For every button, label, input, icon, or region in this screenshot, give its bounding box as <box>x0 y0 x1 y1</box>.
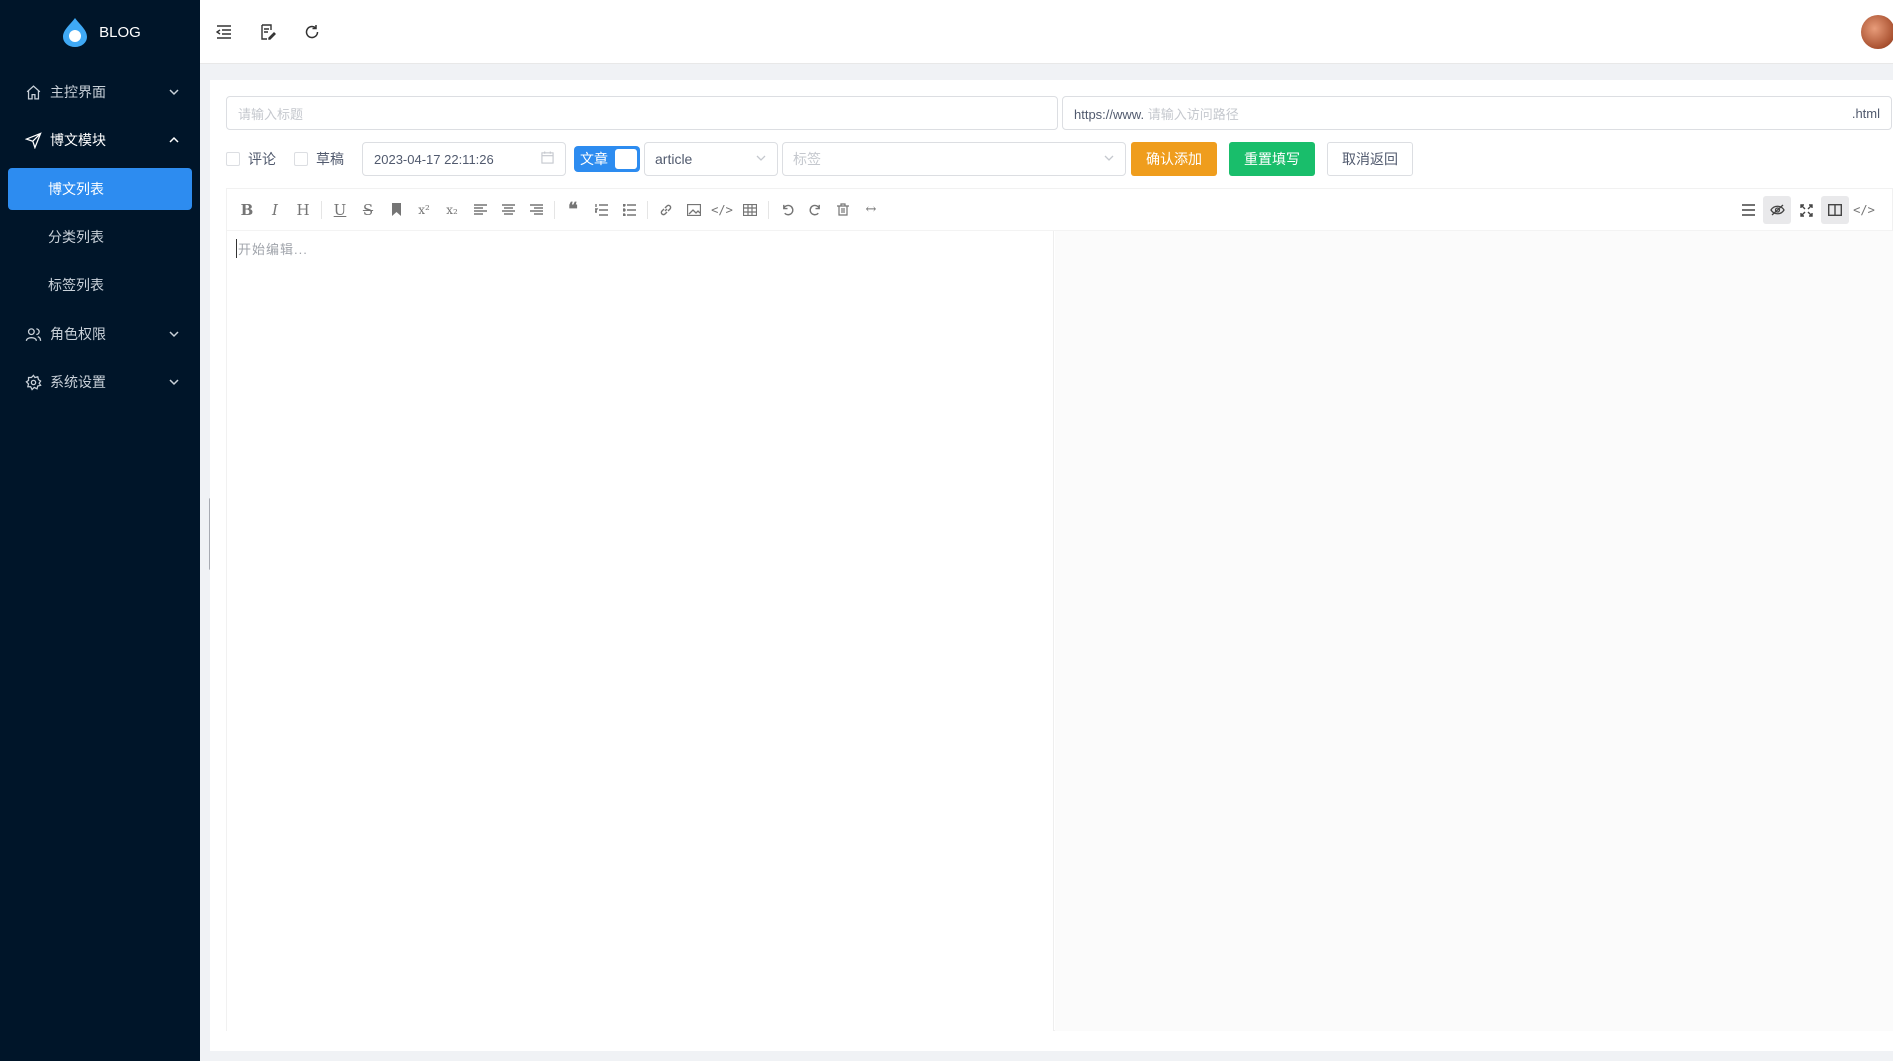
draft-checkbox[interactable]: 草稿 <box>294 149 344 169</box>
trash-icon[interactable] <box>829 196 857 224</box>
link-icon[interactable] <box>652 196 680 224</box>
strikethrough-icon[interactable]: S <box>354 196 382 224</box>
users-icon <box>24 325 42 343</box>
checkbox-box[interactable] <box>226 152 240 166</box>
bold-icon[interactable]: B <box>233 196 261 224</box>
comment-checkbox[interactable]: 评论 <box>226 149 276 169</box>
send-icon <box>24 131 42 149</box>
toggle-knob <box>615 149 637 169</box>
collapse-menu-icon[interactable] <box>202 0 246 64</box>
align-left-icon[interactable] <box>466 196 494 224</box>
navigation-icon[interactable] <box>1734 196 1762 224</box>
refresh-icon[interactable] <box>290 0 334 64</box>
subscript-icon[interactable]: x₂ <box>438 196 466 224</box>
chevron-down-icon <box>168 327 180 343</box>
sidebar-item-tag-list[interactable]: 标签列表 <box>8 264 192 306</box>
url-placeholder: 请输入访问路径 <box>1147 106 1239 122</box>
ordered-list-icon[interactable] <box>587 196 615 224</box>
sidebar-item-dashboard[interactable]: 主控界面 <box>8 72 192 112</box>
sidebar-item-label: 主控界面 <box>50 84 106 100</box>
preview-icon[interactable] <box>1763 196 1791 224</box>
align-right-icon[interactable] <box>522 196 550 224</box>
chevron-down-icon <box>168 375 180 391</box>
editor-toolbar: B I H U S x² x₂ ❝ </> ↔ </> <box>227 189 1892 231</box>
italic-icon[interactable]: I <box>261 196 289 224</box>
superscript-icon[interactable]: x² <box>410 196 438 224</box>
category-value: article <box>655 151 693 167</box>
category-select[interactable]: article <box>644 142 778 176</box>
chevron-down-icon <box>168 85 180 101</box>
tags-placeholder: 标签 <box>793 151 821 167</box>
fullscreen-icon[interactable] <box>1792 196 1820 224</box>
redo-icon[interactable] <box>801 196 829 224</box>
sidebar-menu: 主控界面 博文模块 博文列表 分类列表 标签列表 角色权限 系统设置 <box>0 72 200 402</box>
datetime-picker[interactable]: 2023-04-17 22:11:26 <box>362 142 566 176</box>
markdown-editor: B I H U S x² x₂ ❝ </> ↔ </> 开始编辑... <box>226 188 1893 1031</box>
quote-icon[interactable]: ❝ <box>559 196 587 224</box>
table-icon[interactable] <box>736 196 764 224</box>
sidebar-item-label: 角色权限 <box>50 326 106 342</box>
editor-right-tools: </> <box>1734 196 1878 224</box>
checkbox-box[interactable] <box>294 152 308 166</box>
subfield-icon[interactable] <box>1821 196 1849 224</box>
confirm-add-button[interactable]: 确认添加 <box>1131 142 1217 176</box>
logo[interactable]: BLOG <box>0 0 200 64</box>
url-suffix: .html <box>1851 105 1880 121</box>
chevron-down-icon <box>1103 151 1115 167</box>
type-toggle[interactable]: 文章 <box>574 146 640 172</box>
image-icon[interactable] <box>680 196 708 224</box>
edit-note-icon[interactable] <box>246 0 290 64</box>
sidebar-item-category-list[interactable]: 分类列表 <box>8 216 192 258</box>
logo-icon <box>59 16 91 48</box>
sidebar-item-blog-list[interactable]: 博文列表 <box>8 168 192 210</box>
chevron-down-icon <box>755 151 767 167</box>
url-prefix: https://www. <box>1074 106 1145 122</box>
heading-icon[interactable]: H <box>289 196 317 224</box>
html-toggle-icon[interactable]: ↔ <box>857 196 885 224</box>
tags-select[interactable]: 标签 <box>782 142 1126 176</box>
sidebar-item-settings[interactable]: 系统设置 <box>8 362 192 402</box>
title-input[interactable]: 请输入标题 <box>226 96 1058 130</box>
editor-preview-pane <box>1055 231 1893 1031</box>
unordered-list-icon[interactable] <box>615 196 643 224</box>
sidebar-item-label: 系统设置 <box>50 374 106 390</box>
datetime-value: 2023-04-17 22:11:26 <box>374 151 494 167</box>
sidebar-item-roles[interactable]: 角色权限 <box>8 314 192 354</box>
user-avatar[interactable] <box>1861 15 1893 49</box>
code-icon[interactable]: </> <box>708 196 736 224</box>
logo-text: BLOG <box>99 23 141 41</box>
editor-input-pane[interactable]: 开始编辑... <box>227 231 1054 1031</box>
align-center-icon[interactable] <box>494 196 522 224</box>
toggle-label: 文章 <box>580 151 608 167</box>
underline-icon[interactable]: U <box>326 196 354 224</box>
url-input[interactable]: https://www. 请输入访问路径 .html <box>1062 96 1892 130</box>
reset-button[interactable]: 重置填写 <box>1229 142 1315 176</box>
toolbar-divider <box>554 200 555 219</box>
sidebar: BLOG 主控界面 博文模块 博文列表 分类列表 标签列表 角色权限 系统设置 <box>0 0 200 1061</box>
gear-icon <box>24 373 42 391</box>
bookmark-icon[interactable] <box>382 196 410 224</box>
editor-placeholder: 开始编辑... <box>236 239 308 258</box>
cancel-button[interactable]: 取消返回 <box>1327 142 1413 176</box>
home-icon <box>24 83 42 101</box>
top-bar <box>200 0 1893 64</box>
html-code-icon[interactable]: </> <box>1850 196 1878 224</box>
sidebar-item-blog-module[interactable]: 博文模块 <box>8 120 192 160</box>
toolbar-divider <box>768 200 769 219</box>
toolbar-divider <box>321 200 322 219</box>
chevron-up-icon <box>168 133 180 149</box>
calendar-icon <box>541 151 554 167</box>
main-content: 请输入标题 https://www. 请输入访问路径 .html 评论 草稿 2… <box>210 80 1893 1051</box>
toolbar-divider <box>647 200 648 219</box>
undo-icon[interactable] <box>773 196 801 224</box>
sidebar-item-label: 博文模块 <box>50 132 106 148</box>
